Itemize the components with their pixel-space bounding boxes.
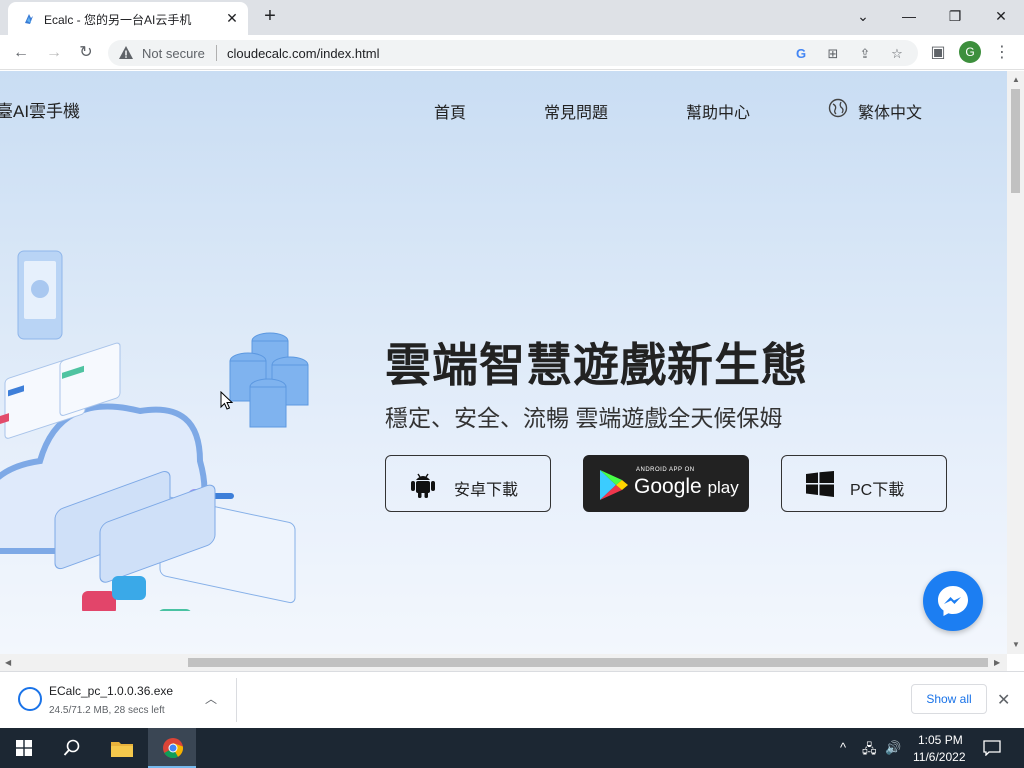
windows-start-icon (16, 740, 32, 756)
messenger-chat-button[interactable] (923, 571, 983, 631)
google-play-button[interactable]: ANDROID APP ON Google play (583, 455, 749, 512)
browser-toolbar: ← → ↻ Not secure cloudecalc.com/index.ht… (0, 35, 1024, 70)
volume-icon[interactable]: 🔊 (885, 740, 901, 756)
pc-download-button[interactable]: PC下載 (781, 455, 947, 512)
notification-center-icon[interactable] (983, 740, 1001, 756)
clock-time[interactable]: 1:05 PM (918, 733, 963, 747)
new-tab-icon[interactable]: + (260, 6, 280, 26)
url-text[interactable]: cloudecalc.com/index.html (227, 46, 379, 61)
scroll-right-icon[interactable]: ▶ (994, 658, 1000, 667)
side-panel-icon[interactable]: ▣ (926, 41, 950, 65)
android-download-label: 安卓下載 (454, 482, 519, 499)
back-icon[interactable]: ← (9, 41, 33, 65)
scroll-left-icon[interactable]: ◀ (5, 658, 11, 667)
search-icon (63, 739, 80, 756)
horizontal-scroll-thumb[interactable] (188, 658, 988, 667)
forward-icon[interactable]: → (42, 41, 66, 65)
gplay-play-text: play (707, 478, 739, 497)
taskbar-search-button[interactable] (48, 728, 96, 768)
share-icon[interactable]: ⇪ (856, 45, 874, 63)
gplay-small-text: ANDROID APP ON (636, 467, 695, 473)
windows-taskbar: ^ 🖧 🔊 1:05 PM 11/6/2022 (0, 728, 1024, 768)
vertical-scroll-thumb[interactable] (1011, 89, 1020, 193)
nav-language[interactable]: 繁体中文 (858, 99, 922, 123)
menu-kebab-icon[interactable]: ⋮ (990, 41, 1014, 65)
download-progress-icon[interactable] (18, 687, 42, 711)
chevron-up-icon[interactable]: ︿ (205, 690, 217, 707)
start-button[interactable] (0, 728, 48, 768)
downloads-bar: ECalc_pc_1.0.0.36.exe 24.5/71.2 MB, 28 s… (0, 671, 1024, 728)
restore-icon[interactable]: ❐ (941, 4, 969, 28)
taskbar-chrome[interactable] (148, 728, 196, 768)
download-filename[interactable]: ECalc_pc_1.0.0.36.exe (49, 684, 173, 698)
minimize-icon[interactable]: — (895, 4, 923, 28)
close-window-icon[interactable]: ✕ (987, 4, 1015, 28)
translate-icon[interactable]: ⊞ (824, 45, 842, 63)
taskbar-file-explorer[interactable] (98, 728, 146, 768)
scroll-up-icon[interactable]: ▲ (1012, 75, 1020, 84)
nav-home[interactable]: 首頁 (434, 99, 466, 123)
network-icon[interactable]: 🖧 (862, 740, 877, 762)
close-downloads-icon[interactable]: ✕ (997, 690, 1010, 710)
tab-search-icon[interactable]: ⌄ (849, 4, 877, 28)
site-brand[interactable]: 臺AI雲手機 (0, 97, 80, 122)
mouse-cursor-icon (220, 391, 234, 410)
security-label[interactable]: Not secure (142, 46, 205, 61)
folder-icon (111, 742, 133, 757)
hero-subtitle: 穩定、安全、流暢 雲端遊戲全天候保姆 (385, 405, 783, 431)
warning-icon[interactable] (118, 45, 134, 61)
bookmark-star-icon[interactable]: ☆ (888, 45, 906, 63)
horizontal-scrollbar[interactable]: ◀ ▶ (0, 654, 1007, 671)
site-favicon-icon (25, 14, 33, 24)
tray-chevron-up-icon[interactable]: ^ (840, 740, 846, 755)
vertical-scrollbar[interactable]: ▲ ▼ (1007, 71, 1024, 654)
hero-title: 雲端智慧遊戲新生態 (385, 339, 808, 391)
language-globe-icon[interactable] (828, 98, 848, 118)
chrome-icon (163, 738, 184, 759)
show-all-button[interactable]: Show all (911, 684, 987, 714)
download-status: 24.5/71.2 MB, 28 secs left (49, 705, 165, 716)
pc-download-label: PC下載 (850, 482, 905, 499)
scroll-down-icon[interactable]: ▼ (1012, 640, 1020, 649)
gplay-main-text: Google play (634, 475, 739, 499)
omnibox-divider (216, 45, 217, 61)
address-bar[interactable]: Not secure cloudecalc.com/index.html G ⊞… (108, 40, 918, 66)
google-icon[interactable]: G (792, 45, 810, 63)
browser-tab[interactable]: Ecalc - 您的另一台AI云手机 ✕ (8, 2, 248, 35)
android-download-button[interactable]: 安卓下載 (385, 455, 551, 512)
profile-avatar[interactable]: G (959, 41, 981, 63)
web-page: 臺AI雲手機 首頁 常見問題 幫助中心 繁体中文 雲端智慧遊戲新生態 穩定、安全… (0, 71, 1007, 654)
reload-icon[interactable]: ↻ (74, 41, 98, 65)
nav-help-center[interactable]: 幫助中心 (686, 99, 750, 123)
tab-close-icon[interactable]: ✕ (224, 10, 240, 26)
tab-title: Ecalc - 您的另一台AI云手机 (44, 13, 192, 27)
download-divider (236, 678, 237, 722)
messenger-icon (938, 586, 968, 616)
android-icon (411, 473, 435, 498)
nav-faq[interactable]: 常見問題 (544, 99, 608, 123)
google-play-icon (600, 470, 628, 500)
hero-illustration (0, 250, 309, 611)
tab-strip: Ecalc - 您的另一台AI云手机 ✕ + ⌄ — ❐ ✕ (0, 0, 1024, 35)
windows-icon (806, 471, 834, 497)
gplay-google-text: Google (634, 475, 702, 498)
clock-date[interactable]: 11/6/2022 (913, 750, 966, 764)
